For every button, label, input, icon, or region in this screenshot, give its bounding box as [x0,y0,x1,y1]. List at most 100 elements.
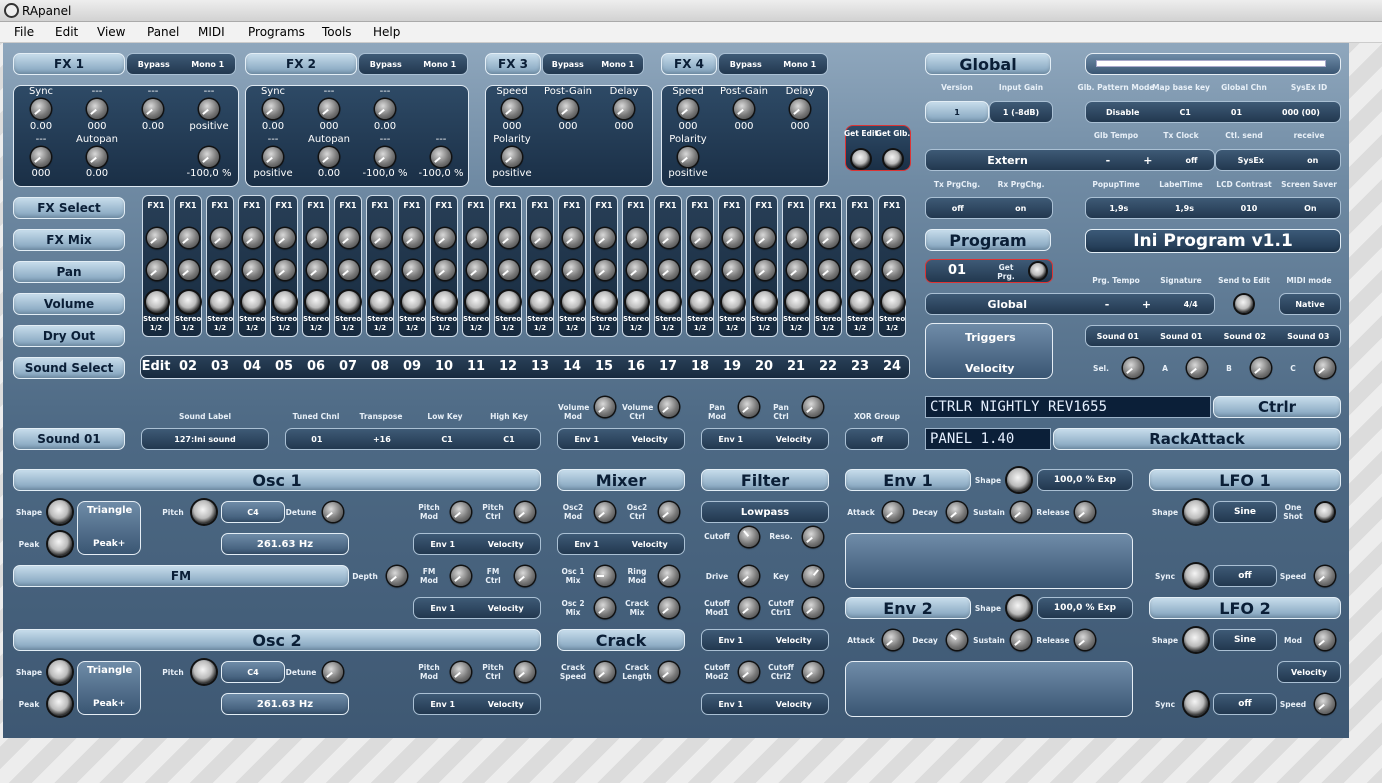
channel-number[interactable]: 08 [371,359,389,374]
fx3-postgain-knob[interactable] [558,99,578,119]
cutoff-mod2-knob[interactable] [739,662,759,682]
osc2-ctrl-knob[interactable] [659,502,679,522]
volume-ctrl-knob[interactable] [659,397,679,417]
osc1-peak-knob[interactable] [48,532,72,556]
channel-fx-label[interactable]: FX1 [207,201,233,210]
channel-fx-mix-knob[interactable] [723,228,743,248]
channel-fx-label[interactable]: FX1 [175,201,201,210]
low-key-select[interactable]: C1 [441,435,452,444]
channel-output[interactable]: Stereo 1/2 [687,315,713,333]
env2-shape-value[interactable]: 100,0 % Exp [1037,597,1133,619]
lfo1-sync-knob[interactable] [1184,564,1208,588]
channel-number[interactable]: 06 [307,359,325,374]
channel-fx-mix-knob[interactable] [371,228,391,248]
sound-slot-a[interactable]: Sound 01 [1160,332,1202,341]
channel-number[interactable]: Edit [142,359,171,374]
channel-volume-knob[interactable] [466,291,488,313]
fx2-knob-3[interactable] [375,99,395,119]
channel-output[interactable]: Stereo 1/2 [495,315,521,333]
fx3-mono[interactable]: Mono 1 [601,60,634,69]
mixer-mod-source[interactable]: Env 1 [574,540,599,549]
lfo1-shape-value[interactable]: Sine [1213,501,1277,523]
channel-fx-label[interactable]: FX1 [847,201,873,210]
osc1-pitch-ctrl-knob[interactable] [515,502,535,522]
channel-fx-label[interactable]: FX1 [367,201,393,210]
channel-pan-knob[interactable] [787,260,807,280]
fx3-delay-knob[interactable] [614,99,634,119]
channel-output[interactable]: Stereo 1/2 [335,315,361,333]
channel-volume-knob[interactable] [242,291,264,313]
fx2-mono[interactable]: Mono 1 [423,60,456,69]
fx4-speed-knob[interactable] [678,99,698,119]
channel-volume-knob[interactable] [530,291,552,313]
osc2-pitch-mod-knob[interactable] [451,662,471,682]
cutoff-knob[interactable] [739,527,759,547]
screen-saver-select[interactable]: On [1304,204,1317,213]
c-knob[interactable] [1315,358,1335,378]
lfo2-mod-knob[interactable] [1315,630,1335,650]
env2-decay-knob[interactable] [947,630,967,650]
sound-label-field[interactable]: 127:Ini sound [141,428,269,450]
env2-attack-knob[interactable] [883,630,903,650]
label-time-select[interactable]: 1,9s [1175,204,1194,213]
osc1-pitch-mod-source[interactable]: Env 1 [430,540,455,549]
tx-clock-select[interactable]: off [1185,156,1197,165]
channel-pan-knob[interactable] [531,260,551,280]
fx1-bypass[interactable]: Bypass [138,60,170,69]
channel-output[interactable]: Stereo 1/2 [431,315,457,333]
send-to-edit-button[interactable] [1235,295,1253,313]
osc1-fm-ctrl-knob[interactable] [515,566,535,586]
channel-output[interactable]: Stereo 1/2 [399,315,425,333]
fx1-autopan-knob[interactable] [87,147,107,167]
env1-attack-knob[interactable] [883,502,903,522]
ctrlr-button[interactable]: Ctrlr [1213,396,1341,418]
lfo2-sync-value[interactable]: off [1213,693,1277,715]
env2-release-knob[interactable] [1075,630,1095,650]
channel-fx-label[interactable]: FX1 [623,201,649,210]
channel-number[interactable]: 23 [851,359,869,374]
fx4-polarity-knob[interactable] [678,147,698,167]
channel-output[interactable]: Stereo 1/2 [271,315,297,333]
crack-mix-knob[interactable] [659,598,679,618]
channel-pan-knob[interactable] [339,260,359,280]
osc1-fm-ctrl-source[interactable]: Velocity [488,604,524,613]
channel-volume-knob[interactable] [434,291,456,313]
channel-fx-label[interactable]: FX1 [271,201,297,210]
channel-volume-knob[interactable] [178,291,200,313]
ring-mod-knob[interactable] [659,566,679,586]
channel-volume-knob[interactable] [210,291,232,313]
fx3-speed-knob[interactable] [502,99,522,119]
channel-volume-knob[interactable] [658,291,680,313]
volume-mod-source[interactable]: Env 1 [574,435,599,444]
channel-volume-knob[interactable] [786,291,808,313]
channel-volume-knob[interactable] [850,291,872,313]
channel-number[interactable]: 11 [467,359,485,374]
channel-fx-label[interactable]: FX1 [783,201,809,210]
filter-type-select[interactable]: Lowpass [701,501,829,523]
cutoff-ctrl1-knob[interactable] [803,598,823,618]
receive-select[interactable]: on [1307,156,1318,165]
channel-pan-knob[interactable] [147,260,167,280]
fx4-options[interactable]: Bypass Mono 1 [718,53,828,75]
channel-fx-label[interactable]: FX1 [335,201,361,210]
channel-volume-knob[interactable] [498,291,520,313]
osc2-shape-knob[interactable] [48,660,72,684]
channel-fx-mix-knob[interactable] [403,228,423,248]
crack-speed-knob[interactable] [595,662,615,682]
channel-pan-knob[interactable] [307,260,327,280]
channel-fx-label[interactable]: FX1 [495,201,521,210]
fx1-mono[interactable]: Mono 1 [191,60,224,69]
global-chn-select[interactable]: 01 [1231,108,1242,117]
channel-pan-knob[interactable] [467,260,487,280]
channel-output[interactable]: Stereo 1/2 [143,315,169,333]
mixer-ctrl-source[interactable]: Velocity [632,540,668,549]
fx-select-button[interactable]: FX Select [13,197,125,219]
channel-fx-mix-knob[interactable] [563,228,583,248]
osc1-depth-knob[interactable] [387,566,407,586]
channel-fx-label[interactable]: FX1 [687,201,713,210]
channel-fx-mix-knob[interactable] [179,228,199,248]
channel-volume-knob[interactable] [626,291,648,313]
fx3-polarity-knob[interactable] [502,147,522,167]
get-prg-button[interactable] [1030,263,1046,279]
osc2-shape-value[interactable]: Triangle [87,665,132,676]
